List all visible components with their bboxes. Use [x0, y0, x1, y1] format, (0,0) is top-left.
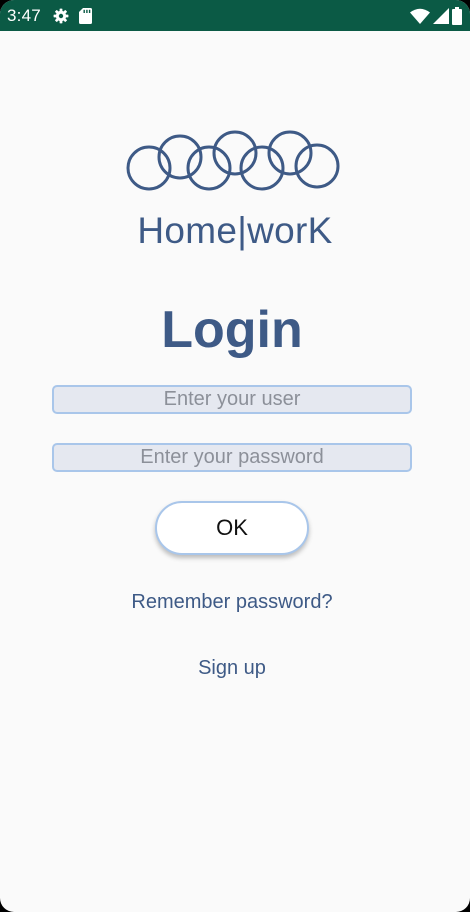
login-title: Login — [161, 301, 303, 359]
status-time: 3:47 — [7, 5, 41, 25]
remember-password-link[interactable]: Remember password? — [0, 591, 464, 614]
ok-button-label: OK — [216, 515, 248, 540]
wifi-icon — [410, 8, 430, 24]
logo-ring — [186, 145, 232, 191]
signal-icon — [433, 7, 449, 24]
logo-ring — [294, 143, 340, 189]
sign-up-link[interactable]: Sign up — [0, 657, 464, 680]
password-input[interactable] — [52, 443, 412, 472]
sd-card-icon — [78, 7, 92, 24]
user-input[interactable] — [52, 385, 412, 414]
ok-button[interactable]: OK — [155, 501, 309, 555]
status-left-icons — [53, 7, 92, 24]
status-bar: 3:47 — [0, 0, 470, 31]
status-right-icons — [410, 6, 462, 25]
interlocking-rings-logo — [126, 130, 340, 191]
logo-ring — [212, 130, 258, 176]
battery-icon — [452, 6, 462, 25]
app-name: Home|worK — [137, 210, 333, 251]
app-screen: 3:47 Home|worK Login Enter your user OK … — [0, 0, 470, 912]
gear-icon — [53, 8, 69, 24]
